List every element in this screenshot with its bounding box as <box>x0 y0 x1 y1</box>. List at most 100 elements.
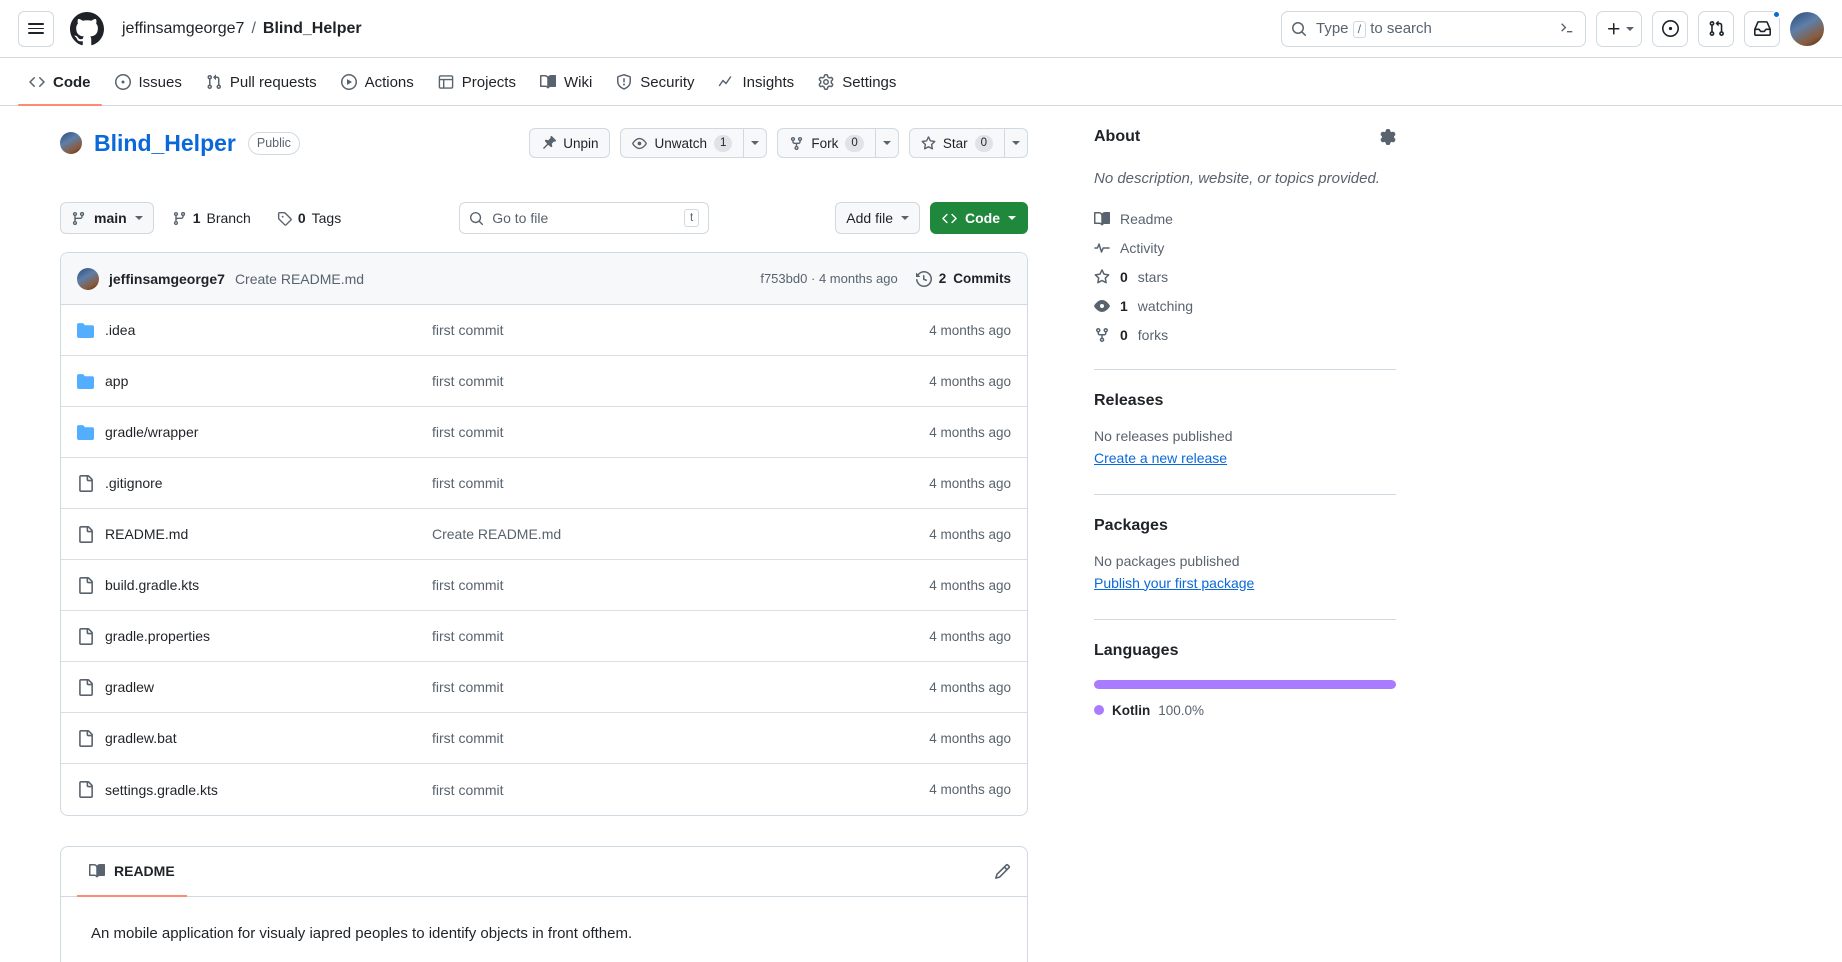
commit-author-avatar[interactable] <box>77 267 99 290</box>
tab-actions[interactable]: Actions <box>330 58 425 106</box>
user-avatar[interactable] <box>1790 11 1824 46</box>
table-row[interactable]: README.md Create README.md 4 months ago <box>61 509 1027 560</box>
releases-section: Releases No releases published Create a … <box>1094 392 1396 468</box>
add-file-button[interactable]: Add file <box>835 202 920 234</box>
go-to-file-placeholder: Go to file <box>492 210 549 226</box>
hamburger-menu-icon[interactable] <box>18 10 54 47</box>
star-button[interactable]: Star 0 <box>908 128 1005 158</box>
sidebar-item-stars[interactable]: 0 stars <box>1094 269 1396 285</box>
tab-issues[interactable]: Issues <box>104 58 193 106</box>
code-button[interactable]: Code <box>930 202 1028 234</box>
file-commit-message[interactable]: first commit <box>432 577 929 593</box>
file-name-link[interactable]: gradle/wrapper <box>105 424 198 440</box>
pull-requests-button[interactable] <box>1698 10 1734 47</box>
language-percent: 100.0% <box>1158 702 1205 718</box>
commits-link[interactable]: 2 Commits <box>915 270 1011 287</box>
table-row[interactable]: build.gradle.kts first commit 4 months ago <box>61 560 1027 611</box>
repository-owner-avatar[interactable] <box>60 132 82 154</box>
table-row[interactable]: gradlew.bat first commit 4 months ago <box>61 713 1027 764</box>
commit-message[interactable]: Create README.md <box>235 271 364 287</box>
tab-settings[interactable]: Settings <box>807 58 907 106</box>
file-name-link[interactable]: .idea <box>105 322 135 338</box>
file-name-link[interactable]: gradlew.bat <box>105 730 177 746</box>
commit-author[interactable]: jeffinsamgeorge7 <box>109 271 225 287</box>
file-name-link[interactable]: gradle.properties <box>105 628 210 644</box>
tab-pull-requests[interactable]: Pull requests <box>195 58 328 106</box>
file-commit-message[interactable]: first commit <box>432 679 929 695</box>
github-logo-icon[interactable] <box>70 11 104 46</box>
file-commit-message[interactable]: first commit <box>432 475 929 491</box>
create-new-button[interactable] <box>1596 10 1642 47</box>
file-commit-message[interactable]: first commit <box>432 373 929 389</box>
pencil-icon[interactable] <box>994 863 1011 880</box>
file-commit-message[interactable]: first commit <box>432 628 929 644</box>
file-commit-message[interactable]: first commit <box>432 424 929 440</box>
table-row[interactable]: gradle/wrapper first commit 4 months ago <box>61 407 1027 458</box>
breadcrumb-repo[interactable]: Blind_Helper <box>263 20 362 38</box>
publish-package-link[interactable]: Publish your first package <box>1094 575 1254 591</box>
file-name-cell: .gitignore <box>77 474 432 492</box>
tab-security[interactable]: Security <box>605 58 705 106</box>
table-row[interactable]: .idea first commit 4 months ago <box>61 305 1027 356</box>
readme-tab[interactable]: README <box>77 847 187 897</box>
watch-dropdown-button[interactable] <box>744 128 768 158</box>
branches-link[interactable]: 1 Branch <box>164 203 259 233</box>
file-commit-age: 4 months ago <box>929 782 1011 797</box>
gear-icon[interactable] <box>1380 129 1396 145</box>
folder-icon <box>77 373 94 390</box>
tab-projects[interactable]: Projects <box>427 58 527 106</box>
file-name-link[interactable]: build.gradle.kts <box>105 577 199 593</box>
commit-sha[interactable]: f753bd0 <box>760 271 807 286</box>
latest-commit-bar: jeffinsamgeorge7 Create README.md f753bd… <box>61 253 1027 305</box>
language-item-kotlin[interactable]: Kotlin 100.0% <box>1094 703 1396 718</box>
sidebar-item-forks[interactable]: 0 forks <box>1094 327 1396 343</box>
file-icon <box>77 627 94 645</box>
fork-dropdown-button[interactable] <box>875 128 899 158</box>
table-row[interactable]: gradle.properties first commit 4 months ag… <box>61 611 1027 662</box>
sidebar-item-watching[interactable]: 1 watching <box>1094 298 1396 314</box>
tab-code[interactable]: Code <box>18 58 102 106</box>
table-row[interactable]: .gitignore first commit 4 months ago <box>61 458 1027 509</box>
table-row[interactable]: settings.gradle.kts first commit 4 months … <box>61 764 1027 815</box>
file-name-link[interactable]: .gitignore <box>105 475 163 491</box>
table-row[interactable]: gradlew first commit 4 months ago <box>61 662 1027 713</box>
file-commit-message[interactable]: Create README.md <box>432 526 929 542</box>
file-name-link[interactable]: gradlew <box>105 679 154 695</box>
branches-label: Branch <box>206 210 251 226</box>
file-icon <box>77 678 94 696</box>
fork-button[interactable]: Fork 0 <box>777 128 876 158</box>
file-name-cell: gradle/wrapper <box>77 424 432 441</box>
sidebar-item-activity[interactable]: Activity <box>1094 240 1396 256</box>
file-name-link[interactable]: app <box>105 373 128 389</box>
file-commit-message[interactable]: first commit <box>432 322 929 338</box>
folder-icon <box>77 424 94 441</box>
file-commit-message[interactable]: first commit <box>432 730 929 746</box>
search-input[interactable]: Type / to search <box>1281 10 1586 47</box>
create-release-link[interactable]: Create a new release <box>1094 450 1227 466</box>
page-title[interactable]: Blind_Helper <box>94 130 236 157</box>
breadcrumb-separator: / <box>251 19 256 37</box>
star-dropdown-button[interactable] <box>1005 128 1028 158</box>
tab-insights[interactable]: Insights <box>707 58 805 106</box>
command-palette-icon[interactable] <box>1559 20 1576 37</box>
file-name-link[interactable]: settings.gradle.kts <box>105 782 218 798</box>
breadcrumb-owner[interactable]: jeffinsamgeorge7 <box>122 20 244 38</box>
file-commit-message[interactable]: first commit <box>432 782 929 798</box>
sidebar-stars-label: stars <box>1137 268 1169 285</box>
branch-selector[interactable]: main <box>60 202 154 234</box>
tab-wiki[interactable]: Wiki <box>529 58 603 106</box>
sidebar-item-readme[interactable]: Readme <box>1094 211 1396 227</box>
tab-actions-label: Actions <box>364 73 414 91</box>
file-name-cell: .idea <box>77 322 432 339</box>
unwatch-button[interactable]: Unwatch 1 <box>620 128 745 158</box>
notifications-button[interactable] <box>1744 9 1781 47</box>
issues-button[interactable] <box>1652 10 1688 47</box>
search-slash-key: / <box>1352 20 1367 38</box>
tags-link[interactable]: 0 Tags <box>269 203 349 233</box>
go-to-file-input[interactable]: Go to file t <box>459 202 710 234</box>
unpin-button[interactable]: Unpin <box>529 128 611 158</box>
table-row[interactable]: app first commit 4 months ago <box>61 356 1027 407</box>
commit-age: 4 months ago <box>818 271 898 286</box>
file-name-link[interactable]: README.md <box>105 526 188 542</box>
language-bar <box>1094 679 1396 689</box>
